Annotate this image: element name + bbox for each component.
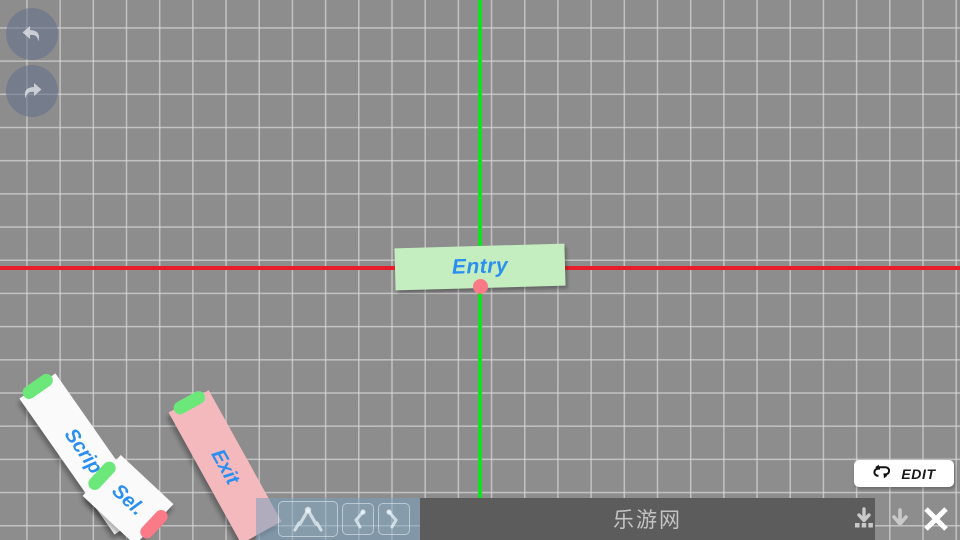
watermark-text: 乐游网 [613, 508, 682, 532]
redo-button[interactable] [6, 65, 58, 117]
download-arrow-icon[interactable] [884, 503, 916, 535]
node-card-label: Exit [206, 445, 244, 489]
bottom-toolbar: 乐游网 [0, 498, 960, 540]
entry-node-output-port[interactable] [473, 279, 488, 294]
entry-node-label: Entry [451, 254, 509, 279]
watermark-bar: 乐游网 [420, 498, 875, 540]
cycle-loop-icon [872, 464, 892, 484]
robot-arm-icon[interactable] [278, 501, 338, 537]
download-to-box-icon[interactable] [848, 503, 880, 535]
robot-arm-left-icon[interactable] [342, 503, 374, 535]
robot-tool-panel[interactable] [256, 498, 420, 540]
close-x-icon[interactable] [920, 503, 952, 535]
redo-arrow-icon [17, 76, 47, 106]
edit-button-label: EDIT [901, 465, 936, 482]
undo-arrow-icon [17, 19, 47, 49]
undo-button[interactable] [6, 8, 58, 60]
edit-button[interactable]: EDIT [854, 460, 954, 487]
bottom-right-actions [848, 498, 960, 540]
app-canvas-screen: Entry Script Sel. Exit EDIT 乐游网 [0, 0, 960, 540]
robot-arm-right-icon[interactable] [378, 503, 410, 535]
